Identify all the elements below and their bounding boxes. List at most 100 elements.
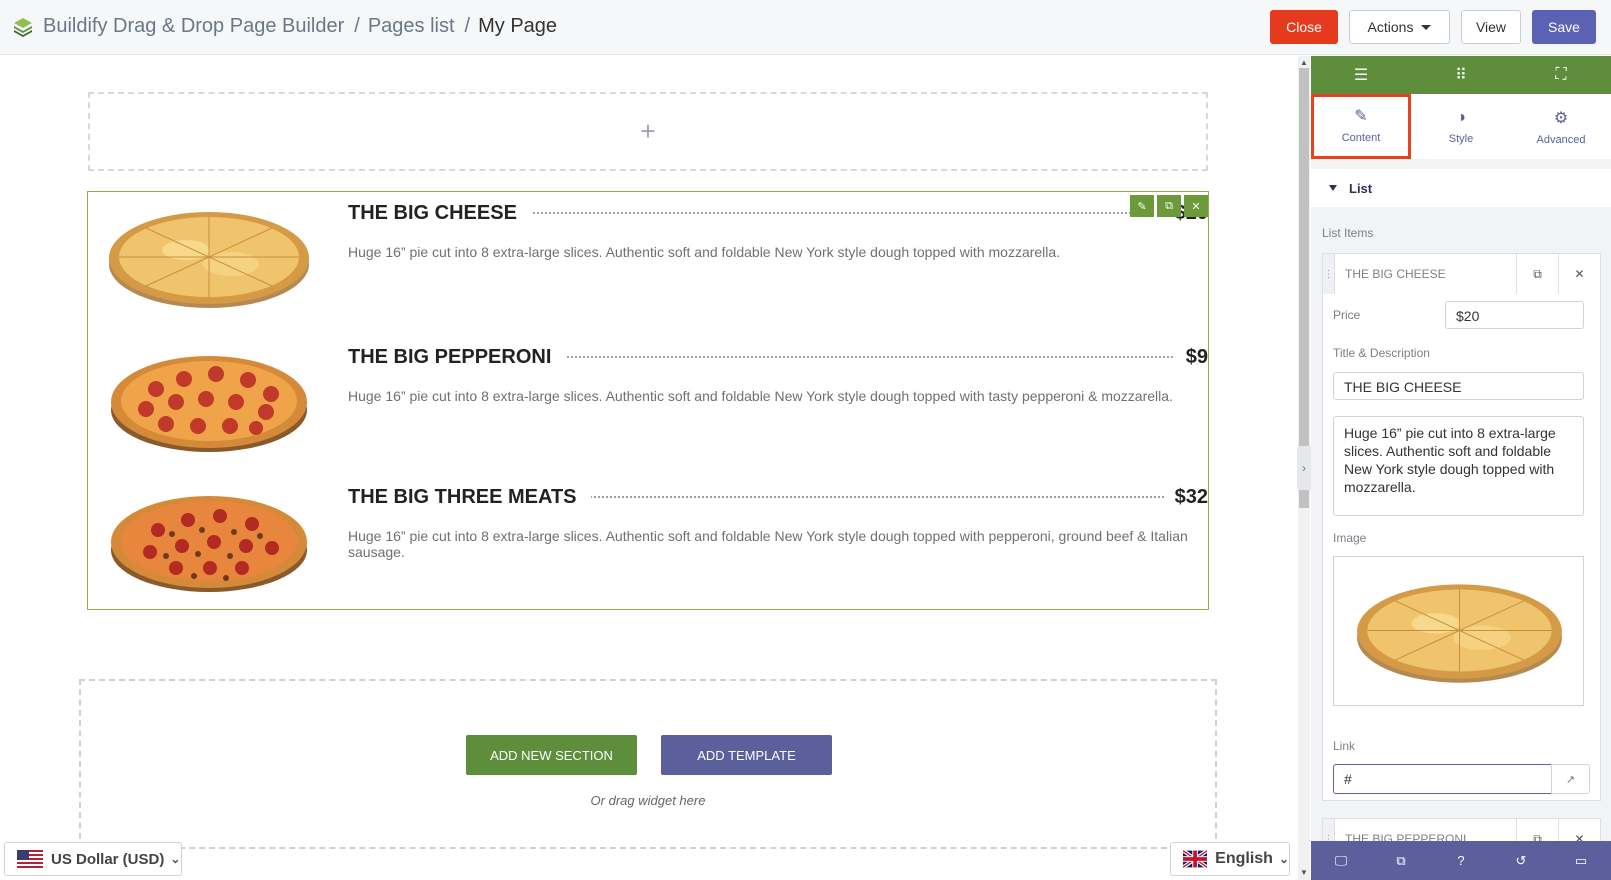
- add-new-section-button[interactable]: ADD NEW SECTION: [466, 735, 637, 775]
- folder-icon[interactable]: ▭: [1551, 841, 1611, 880]
- section-title: List: [1349, 180, 1373, 196]
- description-textarea[interactable]: Huge 16” pie cut into 8 extra-large slic…: [1333, 416, 1584, 516]
- dotted-separator: [558, 356, 1173, 358]
- scroll-down-icon[interactable]: ▼: [1300, 868, 1308, 877]
- widget-toolbar: ✎ ⧉ ✕: [1130, 195, 1208, 217]
- price-input[interactable]: $20: [1445, 301, 1584, 329]
- list-items-label: List Items: [1322, 226, 1374, 240]
- add-widget-placeholder[interactable]: +: [88, 92, 1208, 171]
- view-button[interactable]: View: [1461, 10, 1521, 44]
- remove-icon[interactable]: ✕: [1184, 195, 1208, 217]
- dotted-separator: [518, 212, 1138, 214]
- currency-selector[interactable]: US Dollar (USD) ⌄: [4, 842, 182, 876]
- panel-tabs: ✎ Content ◑ Style ⚙ Advanced: [1311, 94, 1611, 159]
- add-section-dropzone[interactable]: ADD NEW SECTION ADD TEMPLATE Or drag wid…: [79, 679, 1217, 849]
- menu-icon[interactable]: ☰: [1311, 56, 1411, 94]
- image-label: Image: [1333, 531, 1367, 545]
- save-button[interactable]: Save: [1532, 10, 1596, 44]
- history-icon[interactable]: ↺: [1491, 841, 1551, 880]
- pizza-pepperoni-image: [111, 356, 307, 452]
- breadcrumb-separator: /: [464, 15, 471, 37]
- breadcrumb-separator: /: [354, 15, 360, 37]
- pizza-cheese-thumbnail: [1357, 584, 1562, 683]
- breadcrumb-app[interactable]: Buildify Drag & Drop Page Builder: [43, 15, 344, 38]
- us-flag-icon: [17, 850, 43, 868]
- caret-down-icon: [1421, 24, 1432, 30]
- menu-item-description: Huge 16” pie cut into 8 extra-large slic…: [348, 244, 1061, 260]
- title-input[interactable]: THE BIG CHEESE: [1333, 372, 1584, 400]
- sitemap-icon[interactable]: ⛶: [1511, 56, 1611, 94]
- repeater-item-title: THE BIG CHEESE: [1345, 267, 1446, 281]
- tab-advanced[interactable]: ⚙ Advanced: [1511, 94, 1611, 159]
- tab-content-label: Content: [1341, 132, 1381, 144]
- panel-header: ☰ ⠿ ⛶: [1311, 56, 1611, 94]
- menu-item-price: $32: [1164, 486, 1208, 509]
- close-button[interactable]: Close: [1270, 10, 1338, 44]
- currency-label: US Dollar (USD): [51, 850, 165, 868]
- add-template-label: ADD TEMPLATE: [697, 747, 796, 763]
- menu-item-price: $9: [1175, 346, 1208, 369]
- close-button-label: Close: [1286, 19, 1322, 35]
- tab-style[interactable]: ◑ Style: [1411, 94, 1511, 159]
- add-template-button[interactable]: ADD TEMPLATE: [661, 735, 832, 775]
- dotted-separator: [578, 496, 1176, 498]
- contrast-icon: ◑: [1456, 108, 1466, 126]
- breadcrumb-current: My Page: [478, 15, 558, 37]
- grid-icon[interactable]: ⠿: [1411, 56, 1511, 94]
- actions-dropdown-button[interactable]: Actions: [1349, 10, 1450, 44]
- language-label: English: [1215, 850, 1273, 867]
- breadcrumb: Buildify Drag & Drop Page Builder / Pages …: [43, 15, 557, 38]
- buildify-logo-icon: [14, 18, 32, 37]
- chevron-down-icon: ⌄: [1278, 852, 1289, 866]
- top-bar: Buildify Drag & Drop Page Builder / Pages …: [0, 0, 1611, 55]
- drag-hint-text: Or drag widget here: [590, 793, 706, 808]
- repeater-item-header[interactable]: ⋮ THE BIG CHEESE ⧉ ✕: [1323, 254, 1600, 294]
- menu-item: THE BIG CHEESE $20 Huge 16” pie cut into…: [88, 192, 1208, 327]
- price-list-widget[interactable]: THE BIG CHEESE $20 Huge 16” pie cut into…: [87, 191, 1209, 610]
- gear-icon: ⚙: [1553, 109, 1569, 127]
- editor-panel: ☰ ⠿ ⛶ ✎ Content ◑ Style ⚙ Advanced List …: [1311, 56, 1611, 880]
- responsive-icon[interactable]: ⧉: [1371, 841, 1431, 880]
- repeater-item: ⋮ THE BIG CHEESE ⧉ ✕: [1322, 253, 1601, 801]
- uk-flag-icon: [1183, 850, 1208, 868]
- duplicate-icon[interactable]: ⧉: [1157, 195, 1181, 217]
- language-selector[interactable]: English ⌄: [1170, 842, 1290, 876]
- drag-handle-icon[interactable]: ⋮: [1323, 254, 1335, 294]
- edit-icon[interactable]: ✎: [1130, 195, 1154, 217]
- breadcrumb-pages-list[interactable]: Pages list: [368, 15, 455, 38]
- view-button-label: View: [1475, 19, 1507, 35]
- duplicate-icon[interactable]: ⧉: [1516, 254, 1558, 294]
- pizza-three-meats-image: [111, 496, 307, 592]
- chevron-down-icon: ⌄: [170, 852, 181, 866]
- external-link-icon[interactable]: ↗: [1551, 764, 1590, 794]
- help-icon[interactable]: ?: [1431, 841, 1491, 880]
- tab-style-label: Style: [1448, 132, 1474, 145]
- panel-footer: 🖵 ⧉ ? ↺ ▭: [1311, 841, 1611, 880]
- menu-item: THE BIG THREE MEATS $32 Huge 16” pie cut…: [88, 480, 1208, 615]
- link-input[interactable]: #: [1333, 764, 1552, 794]
- plus-icon: +: [640, 116, 656, 146]
- price-label: Price: [1333, 308, 1361, 322]
- desktop-icon[interactable]: 🖵: [1311, 841, 1371, 880]
- scrollbar-thumb[interactable]: [1299, 68, 1309, 508]
- menu-item-description: Huge 16” pie cut into 8 extra-large slic…: [348, 388, 1173, 404]
- tab-content[interactable]: ✎ Content: [1311, 94, 1411, 159]
- collapse-panel-button[interactable]: ›: [1297, 446, 1311, 490]
- chevron-right-icon: ›: [1302, 461, 1306, 475]
- title-description-label: Title & Description: [1333, 346, 1430, 360]
- section-list-toggle[interactable]: List: [1311, 169, 1611, 207]
- link-label: Link: [1333, 739, 1356, 753]
- menu-item-title: THE BIG THREE MEATS: [348, 486, 591, 509]
- pizza-cheese-image: [109, 212, 309, 308]
- scroll-up-icon[interactable]: ▲: [1300, 58, 1308, 67]
- add-new-section-label: ADD NEW SECTION: [490, 747, 613, 763]
- menu-item-title: THE BIG PEPPERONI: [348, 346, 566, 369]
- image-picker[interactable]: [1333, 556, 1584, 706]
- actions-button-label: Actions: [1367, 19, 1414, 35]
- save-button-label: Save: [1548, 19, 1580, 35]
- menu-item-description: Huge 16” pie cut into 8 extra-large slic…: [348, 528, 1188, 560]
- menu-item-title: THE BIG CHEESE: [348, 202, 531, 225]
- remove-icon[interactable]: ✕: [1558, 254, 1600, 294]
- menu-item: THE BIG PEPPERONI $9 Huge 16” pie cut in…: [88, 336, 1208, 471]
- pencil-icon: ✎: [1354, 108, 1368, 125]
